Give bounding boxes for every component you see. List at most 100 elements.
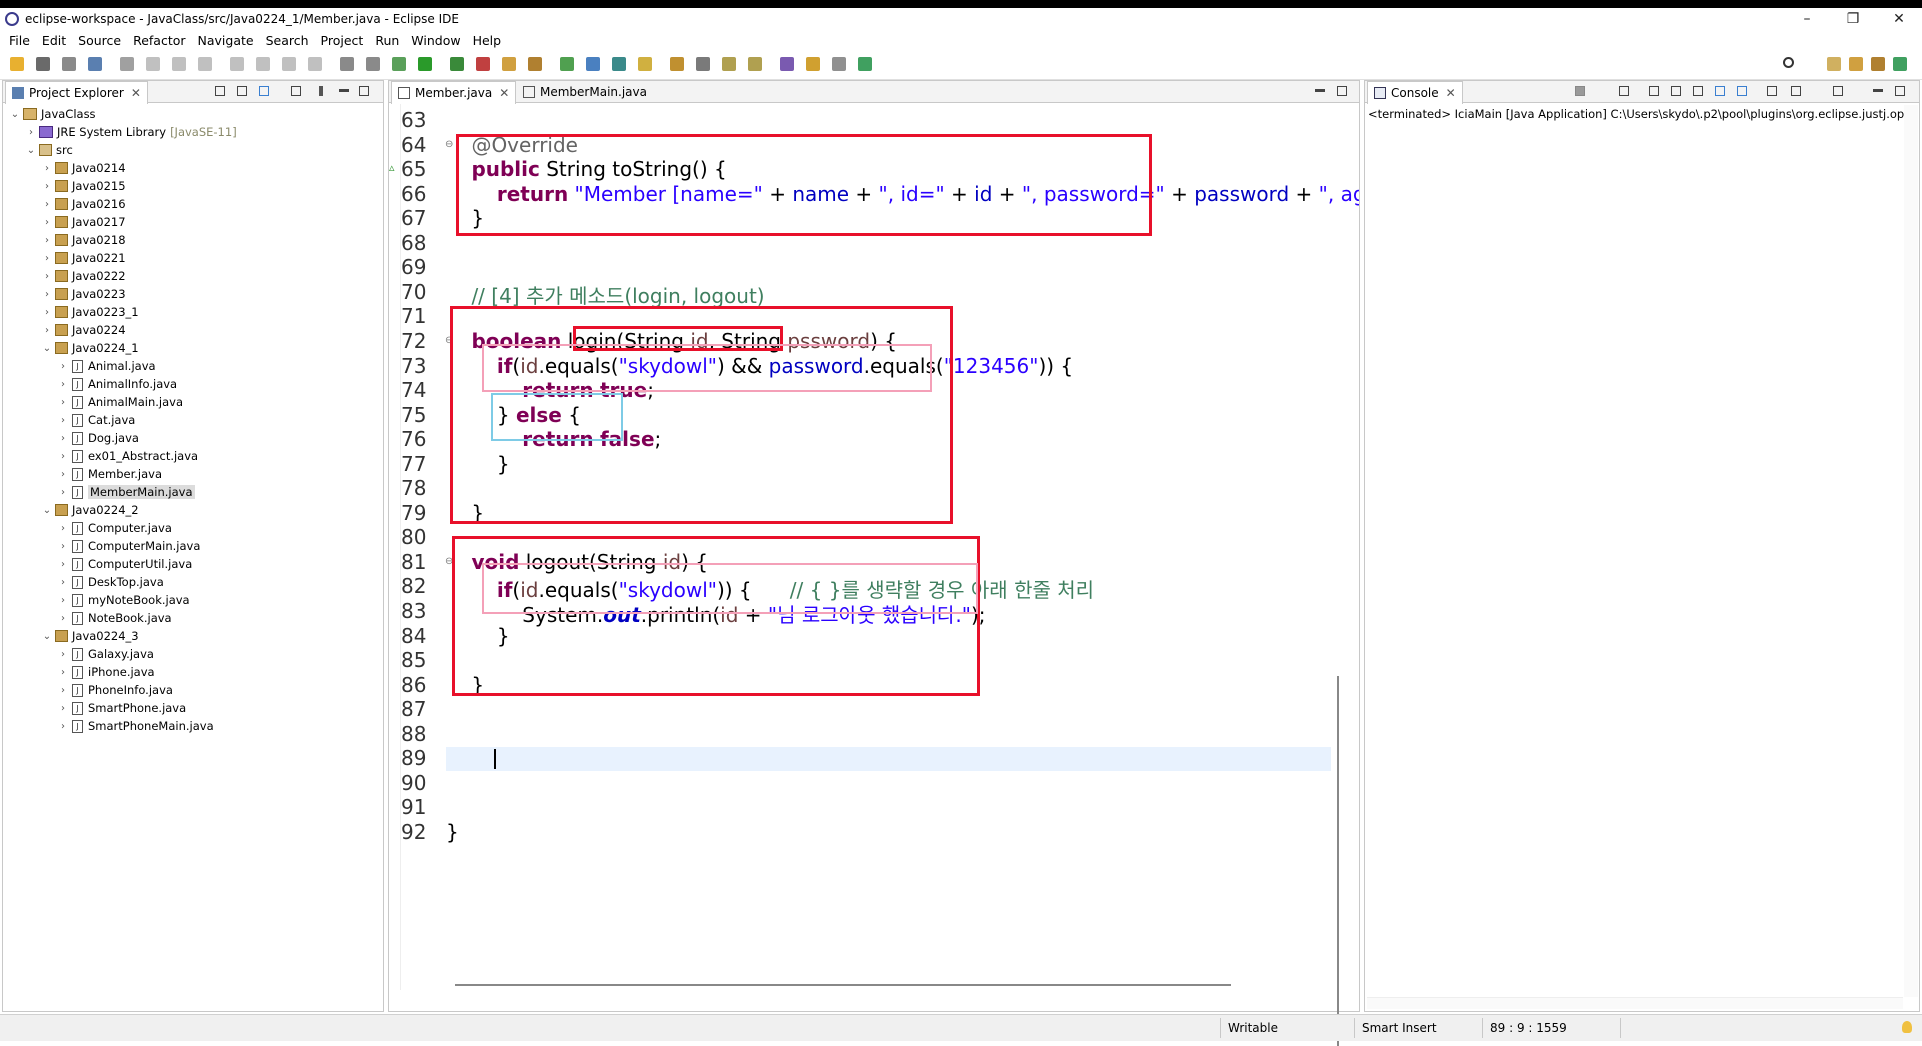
- menu-file[interactable]: File: [9, 33, 30, 48]
- maximize-view-icon[interactable]: [1895, 86, 1905, 96]
- new-icon[interactable]: [10, 57, 24, 71]
- tree-file-item[interactable]: › J NoteBook.java: [57, 609, 172, 627]
- collapsed-chevron-icon[interactable]: ›: [57, 487, 69, 498]
- skip-breakpoints-icon[interactable]: [120, 57, 134, 71]
- collapsed-chevron-icon[interactable]: ›: [57, 541, 69, 552]
- tree-file-item[interactable]: › J Dog.java: [57, 429, 139, 447]
- collapsed-chevron-icon[interactable]: ›: [57, 703, 69, 714]
- collapsed-chevron-icon[interactable]: ›: [41, 181, 53, 192]
- drop-frame-icon[interactable]: [366, 57, 380, 71]
- terminate-icon[interactable]: [198, 57, 212, 71]
- collapsed-chevron-icon[interactable]: ›: [41, 307, 53, 318]
- tree-package-item[interactable]: › Java0218: [41, 231, 126, 249]
- tree-file-item[interactable]: › J Galaxy.java: [57, 645, 154, 663]
- tree-file-item[interactable]: › Jex01_Abstract.java: [57, 447, 198, 465]
- tree-package-item[interactable]: › Java0224: [41, 321, 126, 339]
- search-task-icon[interactable]: [612, 57, 626, 71]
- view-menu-icon[interactable]: [319, 86, 323, 96]
- menu-window[interactable]: Window: [411, 33, 460, 48]
- run-icon[interactable]: [418, 57, 432, 71]
- print-icon[interactable]: [88, 57, 102, 71]
- collapsed-chevron-icon[interactable]: ›: [57, 433, 69, 444]
- last-edit-icon[interactable]: [780, 57, 794, 71]
- collapsed-chevron-icon[interactable]: ›: [41, 163, 53, 174]
- collapsed-chevron-icon[interactable]: ›: [25, 127, 37, 138]
- collapsed-chevron-icon[interactable]: ›: [57, 721, 69, 732]
- tree-file-item[interactable]: › J PhoneInfo.java: [57, 681, 173, 699]
- tree-file-item[interactable]: › J SmartPhone.java: [57, 699, 186, 717]
- scroll-lock-icon[interactable]: [1671, 86, 1681, 96]
- collapsed-chevron-icon[interactable]: ›: [57, 595, 69, 606]
- java-perspective-icon[interactable]: [1871, 57, 1885, 71]
- remove-all-icon[interactable]: [1619, 86, 1629, 96]
- tab-console[interactable]: Console ✕: [1367, 81, 1463, 104]
- coverage-icon[interactable]: [450, 57, 464, 71]
- link-editor-icon[interactable]: [237, 86, 247, 96]
- maximize-button[interactable]: ❐: [1830, 8, 1876, 30]
- debug-perspective-icon[interactable]: [1893, 57, 1907, 71]
- step-over-icon[interactable]: [282, 57, 296, 71]
- collapsed-chevron-icon[interactable]: ›: [41, 199, 53, 210]
- collapsed-chevron-icon[interactable]: ›: [41, 235, 53, 246]
- collapsed-chevron-icon[interactable]: ›: [57, 667, 69, 678]
- menu-project[interactable]: Project: [321, 33, 364, 48]
- tree-item[interactable]: ⌄ src: [25, 141, 73, 159]
- tree-package-item[interactable]: › Java0216: [41, 195, 126, 213]
- collapsed-chevron-icon[interactable]: ›: [57, 613, 69, 624]
- save-all-icon[interactable]: [62, 57, 76, 71]
- new-class-icon[interactable]: [560, 57, 574, 71]
- tab-membermain-java[interactable]: MemberMain.java: [517, 81, 653, 103]
- collapsed-chevron-icon[interactable]: ›: [57, 685, 69, 696]
- close-icon[interactable]: ✕: [499, 86, 509, 100]
- save-icon[interactable]: [36, 57, 50, 71]
- tree-package-item[interactable]: › Java0223_1: [41, 303, 139, 321]
- display-console-icon[interactable]: [1791, 86, 1801, 96]
- editor-horizontal-scrollbar[interactable]: [455, 984, 1231, 986]
- tab-member-java[interactable]: Member.java ✕: [391, 81, 517, 104]
- tree-package-item[interactable]: ⌄ Java0224_3: [41, 627, 139, 645]
- show-stderr-icon[interactable]: [1737, 86, 1747, 96]
- collapsed-chevron-icon[interactable]: ›: [41, 217, 53, 228]
- tree-file-item[interactable]: › J DeskTop.java: [57, 573, 164, 591]
- focus-icon[interactable]: [291, 86, 301, 96]
- maximize-view-icon[interactable]: [359, 86, 369, 96]
- step-return-icon[interactable]: [308, 57, 322, 71]
- resume-icon[interactable]: [146, 57, 160, 71]
- suspend-icon[interactable]: [172, 57, 186, 71]
- collapsed-chevron-icon[interactable]: ›: [57, 649, 69, 660]
- tree-package-item[interactable]: › Java0214: [41, 159, 126, 177]
- expanded-chevron-icon[interactable]: ⌄: [9, 109, 21, 120]
- tree-package-item[interactable]: › Java0223: [41, 285, 126, 303]
- expanded-chevron-icon[interactable]: ⌄: [41, 343, 53, 354]
- collapsed-chevron-icon[interactable]: ›: [57, 469, 69, 480]
- minimize-view-icon[interactable]: [339, 89, 349, 92]
- collapsed-chevron-icon[interactable]: ›: [57, 415, 69, 426]
- new-java-project-icon[interactable]: [502, 57, 516, 71]
- collapse-all-icon[interactable]: [215, 86, 225, 96]
- lightbulb-icon[interactable]: [1902, 1021, 1912, 1033]
- tree-file-item[interactable]: › J Cat.java: [57, 411, 135, 429]
- new-package-icon[interactable]: [528, 57, 542, 71]
- menu-help[interactable]: Help: [473, 33, 502, 48]
- external-tools-icon[interactable]: [476, 57, 490, 71]
- debug-icon[interactable]: [392, 57, 406, 71]
- show-whitespace-icon[interactable]: [696, 57, 710, 71]
- java-ee-perspective-icon[interactable]: [1849, 57, 1863, 71]
- minimize-button[interactable]: –: [1784, 8, 1830, 30]
- pin-editor-icon[interactable]: [858, 57, 872, 71]
- forward-icon[interactable]: [832, 57, 846, 71]
- toggle-ant-icon[interactable]: [340, 57, 354, 71]
- tree-file-item[interactable]: › J Member.java: [57, 465, 162, 483]
- menu-navigate[interactable]: Navigate: [198, 33, 254, 48]
- menu-refactor[interactable]: Refactor: [133, 33, 185, 48]
- tree-file-item[interactable]: › J Computer.java: [57, 519, 172, 537]
- toggle-block-icon[interactable]: [670, 57, 684, 71]
- collapsed-chevron-icon[interactable]: ›: [57, 577, 69, 588]
- tree-package-item[interactable]: › Java0222: [41, 267, 126, 285]
- tab-project-explorer[interactable]: Project Explorer ✕: [5, 81, 148, 104]
- expanded-chevron-icon[interactable]: ⌄: [25, 145, 37, 156]
- menu-search[interactable]: Search: [266, 33, 309, 48]
- tree-item[interactable]: › JRE System Library [JavaSE-11]: [25, 123, 237, 141]
- tree-file-item[interactable]: › J Animal.java: [57, 357, 156, 375]
- next-annotation-icon[interactable]: [722, 57, 736, 71]
